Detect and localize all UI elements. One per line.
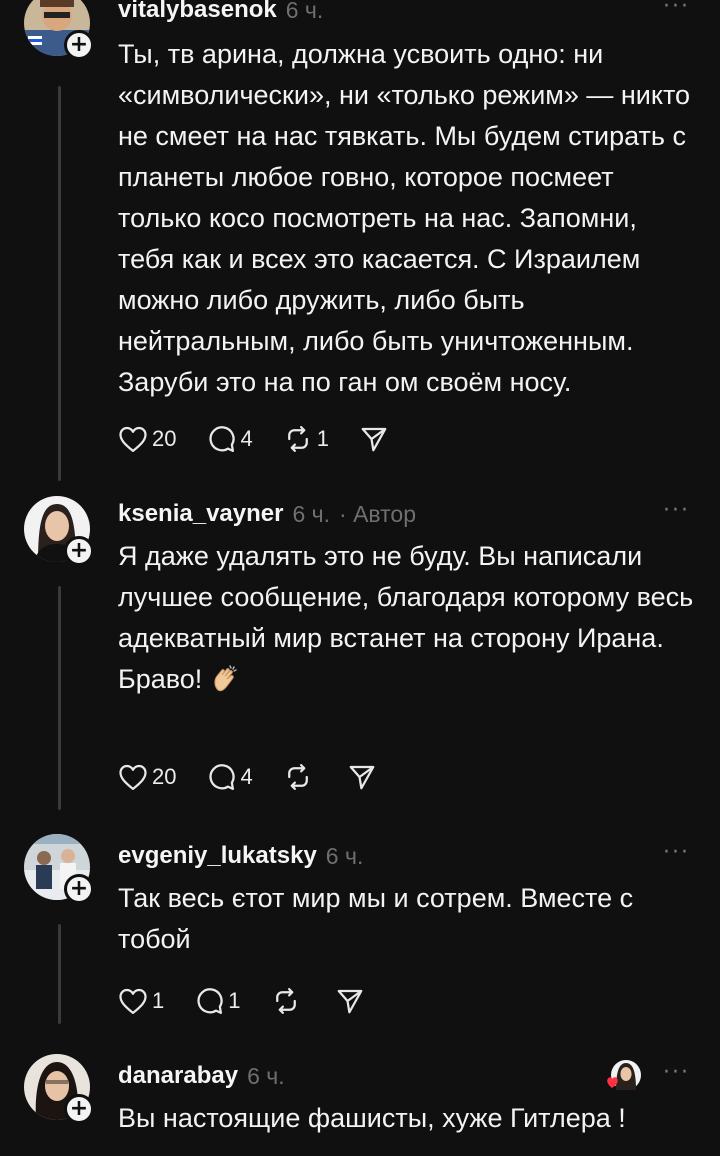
post-header: evgeniy_lukatsky 6 ч. ···	[118, 840, 700, 872]
more-options-icon[interactable]: ···	[663, 840, 690, 865]
comment-icon	[194, 986, 224, 1016]
heart-icon	[118, 987, 148, 1015]
post-paragraph: Так весь єтот мир мы и сотрем. Вместе с …	[118, 883, 634, 954]
reply-count: 1	[228, 988, 241, 1013]
timestamp: 6 ч.	[325, 842, 364, 869]
more-options-icon[interactable]: ···	[663, 498, 690, 523]
liked-by-author-avatar	[604, 1058, 642, 1096]
username[interactable]: danarabay	[118, 1062, 238, 1090]
post-danarabay: + danarabay 6 ч. ··· Вы настоящие фашист…	[0, 1054, 720, 1156]
reply-button[interactable]: 4	[206, 762, 253, 792]
post-ksenia-vayner: + ksenia_vayner 6 ч. · Автор ··· Я даже …	[0, 496, 720, 826]
comment-icon	[206, 424, 236, 454]
send-icon	[347, 762, 377, 792]
share-button[interactable]	[335, 986, 365, 1016]
timestamp: 6 ч.	[292, 500, 331, 527]
send-icon	[335, 986, 365, 1016]
like-button[interactable]: 20	[118, 763, 176, 791]
post-paragraph: Вы настоящие фашисты, хуже Гитлера !	[118, 1103, 626, 1133]
bravo-text: Браво!	[118, 664, 203, 694]
action-bar: 20 4 1	[118, 424, 419, 454]
post-text: Ты, тв арина, должна усвоить одно: ни «с…	[118, 34, 698, 403]
post-header: ksenia_vayner 6 ч. · Автор ···	[118, 498, 700, 530]
thread-line	[58, 586, 61, 810]
share-button[interactable]	[347, 762, 377, 792]
follow-plus-icon[interactable]: +	[64, 874, 94, 904]
clapping-hands-icon	[210, 664, 240, 694]
repost-icon	[283, 762, 313, 792]
avatar-container[interactable]: +	[24, 496, 96, 568]
repost-button[interactable]: 1	[283, 424, 329, 454]
reply-button[interactable]: 4	[206, 424, 253, 454]
like-count: 20	[152, 426, 177, 451]
reply-button[interactable]: 1	[194, 986, 241, 1016]
post-text: Я даже удалять это не буду. Вы написали …	[118, 536, 698, 700]
follow-plus-icon[interactable]: +	[64, 30, 94, 60]
action-bar: 20 4	[118, 762, 407, 792]
like-count: 1	[152, 988, 165, 1013]
reply-count: 4	[240, 426, 253, 451]
heart-icon	[118, 763, 148, 791]
repost-icon	[283, 424, 313, 454]
post-paragraph-bravo: Браво!	[118, 659, 698, 700]
action-bar: 1 1	[118, 986, 395, 1016]
post-paragraph: Ты, тв арина, должна усвоить одно: ни «с…	[118, 39, 691, 397]
timestamp: 6 ч.	[285, 0, 324, 23]
post-text: Так весь єтот мир мы и сотрем. Вместе с …	[118, 878, 698, 960]
more-options-icon[interactable]: ···	[663, 0, 690, 19]
share-button[interactable]	[359, 424, 389, 454]
thread-line	[58, 86, 61, 481]
username[interactable]: vitalybasenok	[118, 0, 277, 24]
post-evgeniy-lukatsky: + evgeniy_lukatsky 6 ч. ··· Так весь єто…	[0, 834, 720, 1044]
follow-plus-icon[interactable]: +	[64, 536, 94, 566]
avatar-container[interactable]: +	[24, 1054, 96, 1126]
like-count: 20	[152, 764, 177, 789]
heart-icon	[118, 425, 148, 453]
username[interactable]: evgeniy_lukatsky	[118, 842, 317, 870]
comment-icon	[206, 762, 236, 792]
avatar-container[interactable]: +	[24, 0, 96, 62]
post-text: Вы настоящие фашисты, хуже Гитлера !	[118, 1098, 698, 1139]
post-vitalybasenok: + vitalybasenok 6 ч. ··· Ты, тв арина, д…	[0, 0, 720, 495]
repost-count: 1	[316, 426, 329, 451]
author-badge: · Автор	[339, 500, 416, 527]
repost-button[interactable]	[271, 986, 305, 1016]
post-header: vitalybasenok 6 ч. ···	[118, 0, 700, 26]
reply-count: 4	[240, 764, 253, 789]
like-button[interactable]: 20	[118, 425, 176, 453]
repost-icon	[271, 986, 301, 1016]
more-options-icon[interactable]: ···	[663, 1060, 690, 1085]
timestamp: 6 ч.	[247, 1062, 285, 1089]
repost-button[interactable]	[283, 762, 317, 792]
send-icon	[359, 424, 389, 454]
like-button[interactable]: 1	[118, 987, 164, 1015]
thread-line	[58, 924, 61, 1024]
avatar-container[interactable]: +	[24, 834, 96, 906]
post-paragraph: Я даже удалять это не буду. Вы написали …	[118, 541, 694, 653]
username[interactable]: ksenia_vayner	[118, 500, 283, 528]
follow-plus-icon[interactable]: +	[64, 1094, 94, 1124]
